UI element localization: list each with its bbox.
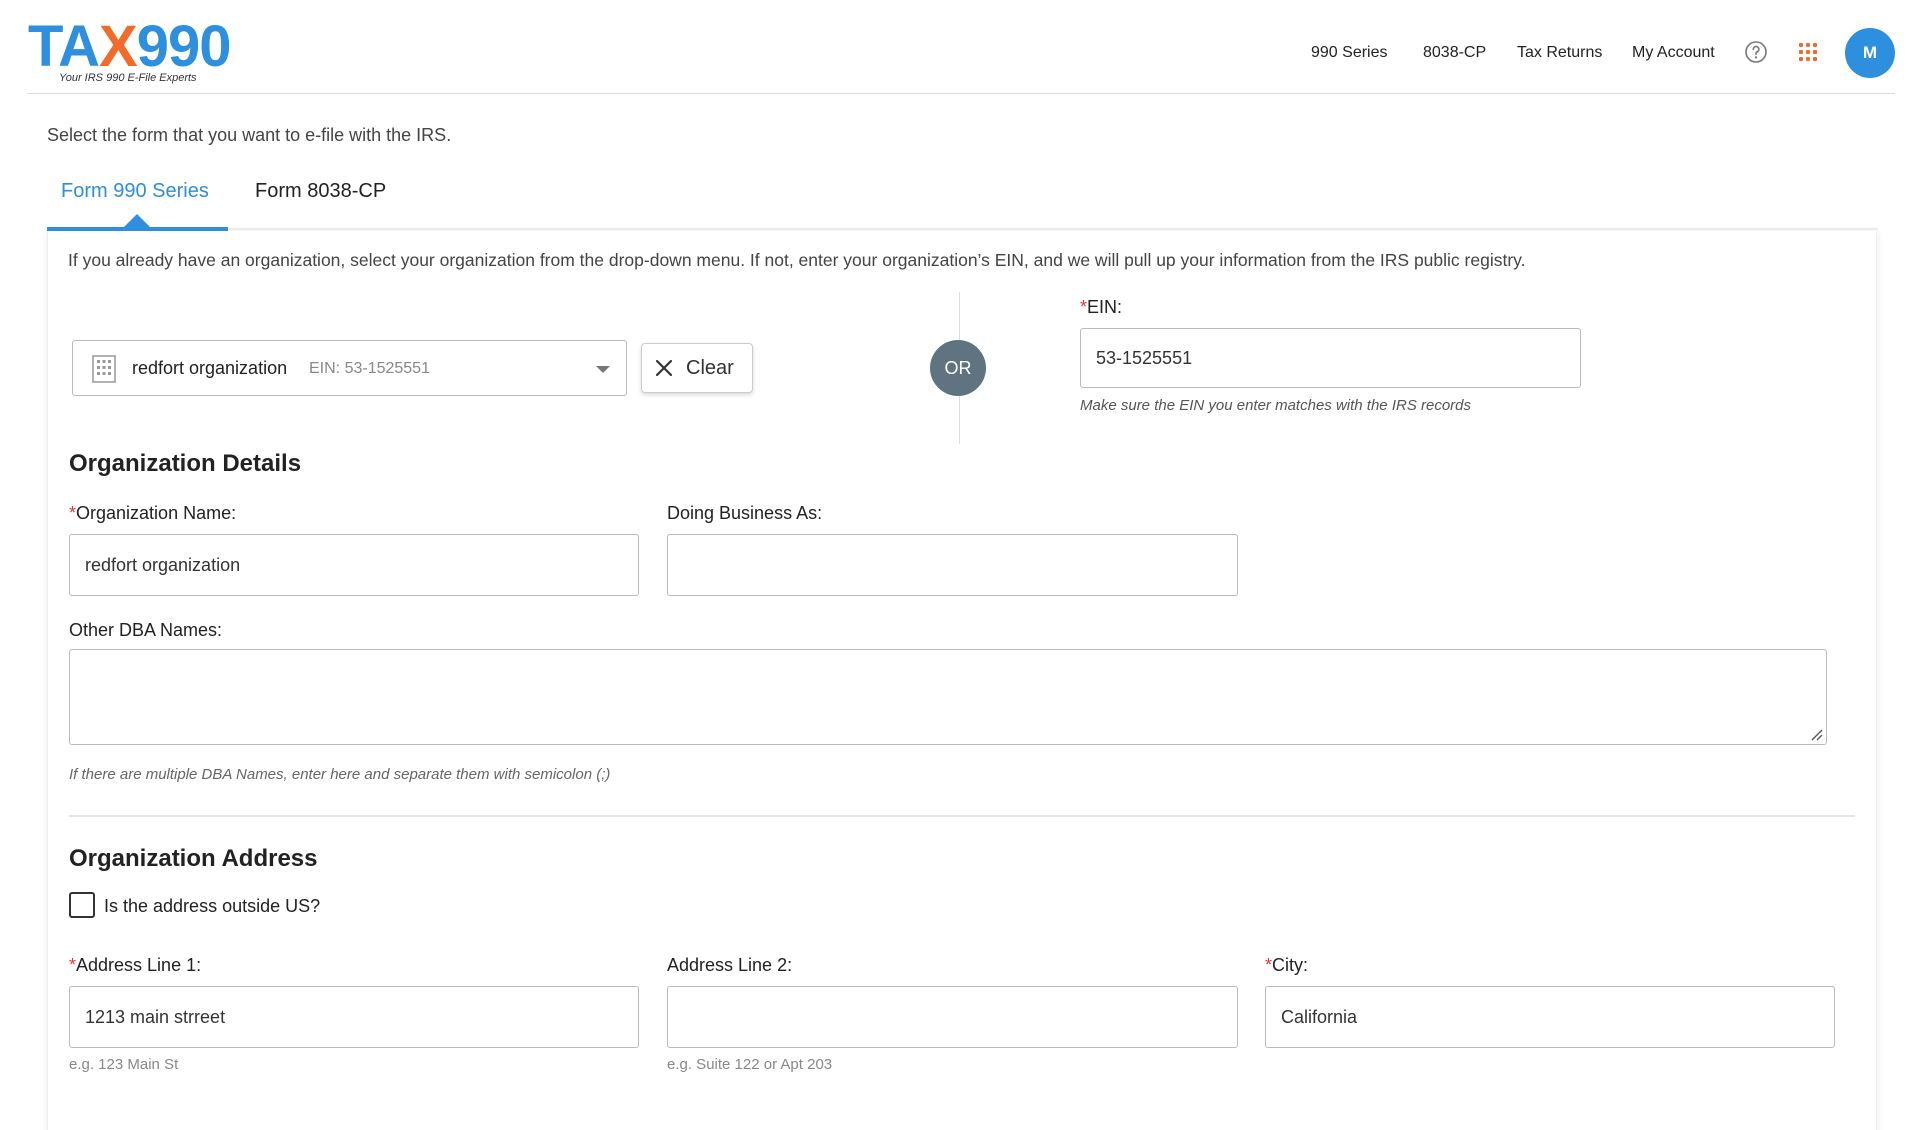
city-input[interactable]: California [1265, 986, 1835, 1048]
resize-handle-icon[interactable] [1809, 727, 1823, 741]
apps-grid-icon[interactable] [1798, 42, 1818, 62]
or-badge: OR [930, 340, 986, 396]
org-address-title: Organization Address [69, 845, 318, 872]
address2-label: Address Line 2: [667, 955, 793, 975]
outside-us-label: Is the address outside US? [104, 896, 321, 916]
ein-input[interactable]: 53-1525551 [1080, 328, 1581, 388]
tax990-logo[interactable]: TAX990 Your IRS 990 E-File Experts [28, 10, 238, 90]
org-details-title: Organization Details [69, 450, 302, 477]
address2-hint: e.g. Suite 122 or Apt 203 [667, 1056, 833, 1073]
tab-form-990-series[interactable]: Form 990 Series [61, 180, 209, 203]
ein-hint: Make sure the EIN you enter matches with… [1080, 397, 1472, 414]
other-dba-textarea[interactable] [69, 649, 1827, 745]
active-tab-caret [124, 214, 150, 227]
nav-tax-returns[interactable]: Tax Returns [1517, 44, 1602, 62]
help-icon[interactable] [1744, 40, 1768, 64]
dba-label: Doing Business As: [667, 503, 823, 523]
outside-us-checkbox[interactable] [69, 892, 95, 918]
selected-org-ein: EIN: 53-1525551 [309, 360, 430, 377]
city-label: *City: [1265, 955, 1309, 975]
other-dba-label: Other DBA Names: [69, 620, 223, 640]
active-tab-underline [47, 227, 228, 231]
address1-hint: e.g. 123 Main St [69, 1056, 179, 1073]
intro-text: Select the form that you want to e-file … [47, 125, 452, 145]
section-divider [69, 815, 1855, 817]
address1-label: *Address Line 1: [69, 955, 202, 975]
org-name-input[interactable]: redfort organization [69, 534, 639, 596]
address1-input[interactable]: 1213 main strreet [69, 986, 639, 1048]
address2-input[interactable] [667, 986, 1238, 1048]
selected-org-name: redfort organization [132, 358, 288, 378]
nav-990-series[interactable]: 990 Series [1311, 44, 1388, 62]
logo-tagline: Your IRS 990 E-File Experts [59, 72, 197, 84]
top-header: TAX990 Your IRS 990 E-File Experts 990 S… [0, 0, 1920, 94]
nav-8038-cp[interactable]: 8038-CP [1423, 44, 1486, 62]
ein-label: *EIN: [1080, 297, 1123, 317]
user-avatar[interactable]: M [1845, 28, 1895, 78]
chevron-down-icon[interactable] [596, 366, 610, 373]
clear-button[interactable]: Clear [641, 343, 753, 393]
header-divider [27, 93, 1895, 94]
other-dba-hint: If there are multiple DBA Names, enter h… [69, 766, 611, 783]
building-icon [92, 355, 116, 383]
tab-form-8038-cp[interactable]: Form 8038-CP [255, 180, 386, 203]
org-name-label: *Organization Name: [69, 503, 237, 523]
nav-my-account[interactable]: My Account [1632, 44, 1715, 62]
organization-select[interactable]: redfort organization EIN: 53-1525551 [72, 340, 627, 396]
card-description: If you already have an organization, sel… [68, 250, 1526, 270]
tab-bar-line [228, 228, 1878, 230]
close-icon [655, 359, 673, 377]
dba-input[interactable] [667, 534, 1238, 596]
